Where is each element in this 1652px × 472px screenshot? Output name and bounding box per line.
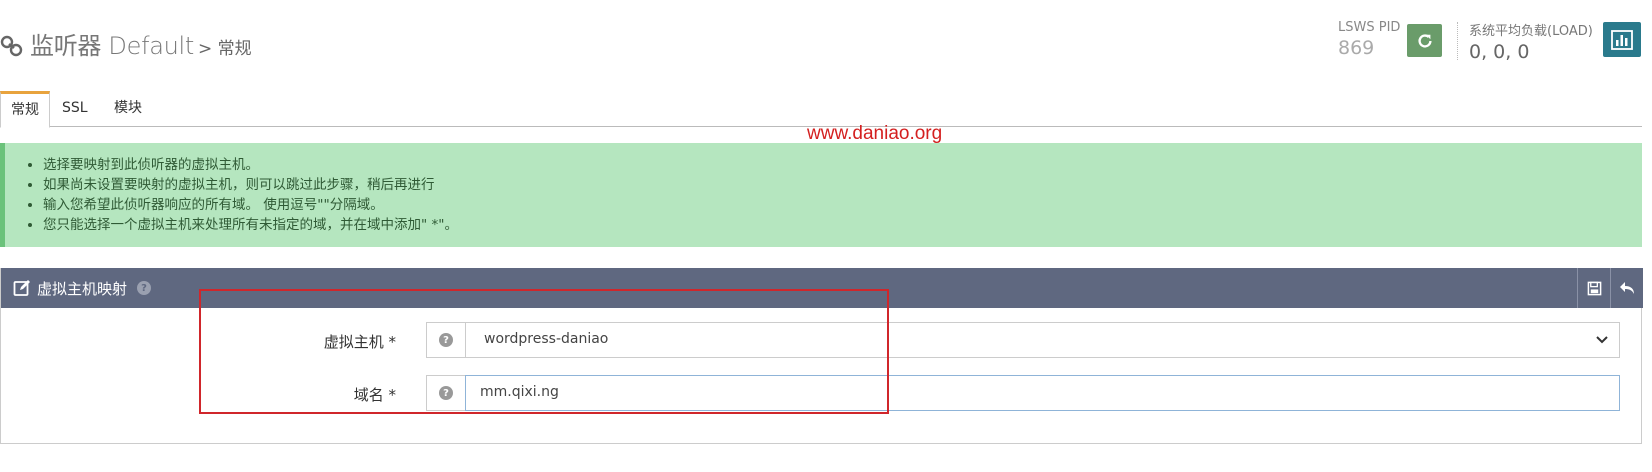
reload-button[interactable] xyxy=(1407,24,1442,57)
load-value: 0, 0, 0 xyxy=(1469,41,1530,63)
stats-chart-button[interactable] xyxy=(1603,22,1641,57)
tab-modules[interactable]: 模块 xyxy=(102,91,154,127)
save-button[interactable] xyxy=(1577,268,1610,308)
page-title-main: 监听器 Default xyxy=(30,32,195,60)
page-header: 监听器 Default > 常规 LSWS PID 869 系统平均负载(LOA… xyxy=(0,0,1652,80)
help-icon[interactable]: ? xyxy=(137,281,152,295)
undo-icon xyxy=(1620,281,1634,294)
load-block: 系统平均负载(LOAD) 0, 0, 0 xyxy=(1469,20,1593,63)
pid-label: LSWS PID xyxy=(1338,20,1401,35)
pid-block: LSWS PID 869 xyxy=(1338,20,1400,59)
edit-icon xyxy=(13,280,30,296)
back-button[interactable] xyxy=(1610,268,1643,308)
tab-bar: 常规 SSL 模块 xyxy=(0,91,1642,128)
info-item: 您只能选择一个虚拟主机来处理所有未指定的域，并在域中添加" *"。 xyxy=(43,215,1642,235)
panel-actions xyxy=(1577,268,1643,308)
info-item: 如果尚未设置要映射的虚拟主机，则可以跳过此步骤，稍后再进行 xyxy=(43,175,1642,195)
tab-general[interactable]: 常规 xyxy=(0,91,50,128)
info-box: 选择要映射到此侦听器的虚拟主机。 如果尚未设置要映射的虚拟主机，则可以跳过此步骤… xyxy=(0,143,1642,247)
load-label: 系统平均负载(LOAD) xyxy=(1469,24,1593,39)
save-icon xyxy=(1587,281,1601,295)
refresh-icon xyxy=(1417,33,1432,47)
breadcrumb: > 常规 xyxy=(198,39,252,59)
info-item: 选择要映射到此侦听器的虚拟主机。 xyxy=(43,155,1642,175)
link-icon xyxy=(0,35,23,57)
header-divider xyxy=(1457,22,1458,60)
highlight-annotation-box xyxy=(199,289,889,414)
panel-title: 虚拟主机映射 xyxy=(37,279,128,298)
chevron-down-icon xyxy=(1596,336,1608,344)
pid-value: 869 xyxy=(1338,37,1375,59)
watermark: www.daniao.org xyxy=(807,123,943,144)
bar-chart-icon xyxy=(1611,29,1633,50)
info-item: 输入您希望此侦听器响应的所有域。 使用逗号""分隔域。 xyxy=(43,195,1642,215)
info-list: 选择要映射到此侦听器的虚拟主机。 如果尚未设置要映射的虚拟主机，则可以跳过此步骤… xyxy=(43,155,1642,235)
tab-ssl[interactable]: SSL xyxy=(50,91,100,127)
page-title: 监听器 Default > 常规 xyxy=(0,26,252,61)
